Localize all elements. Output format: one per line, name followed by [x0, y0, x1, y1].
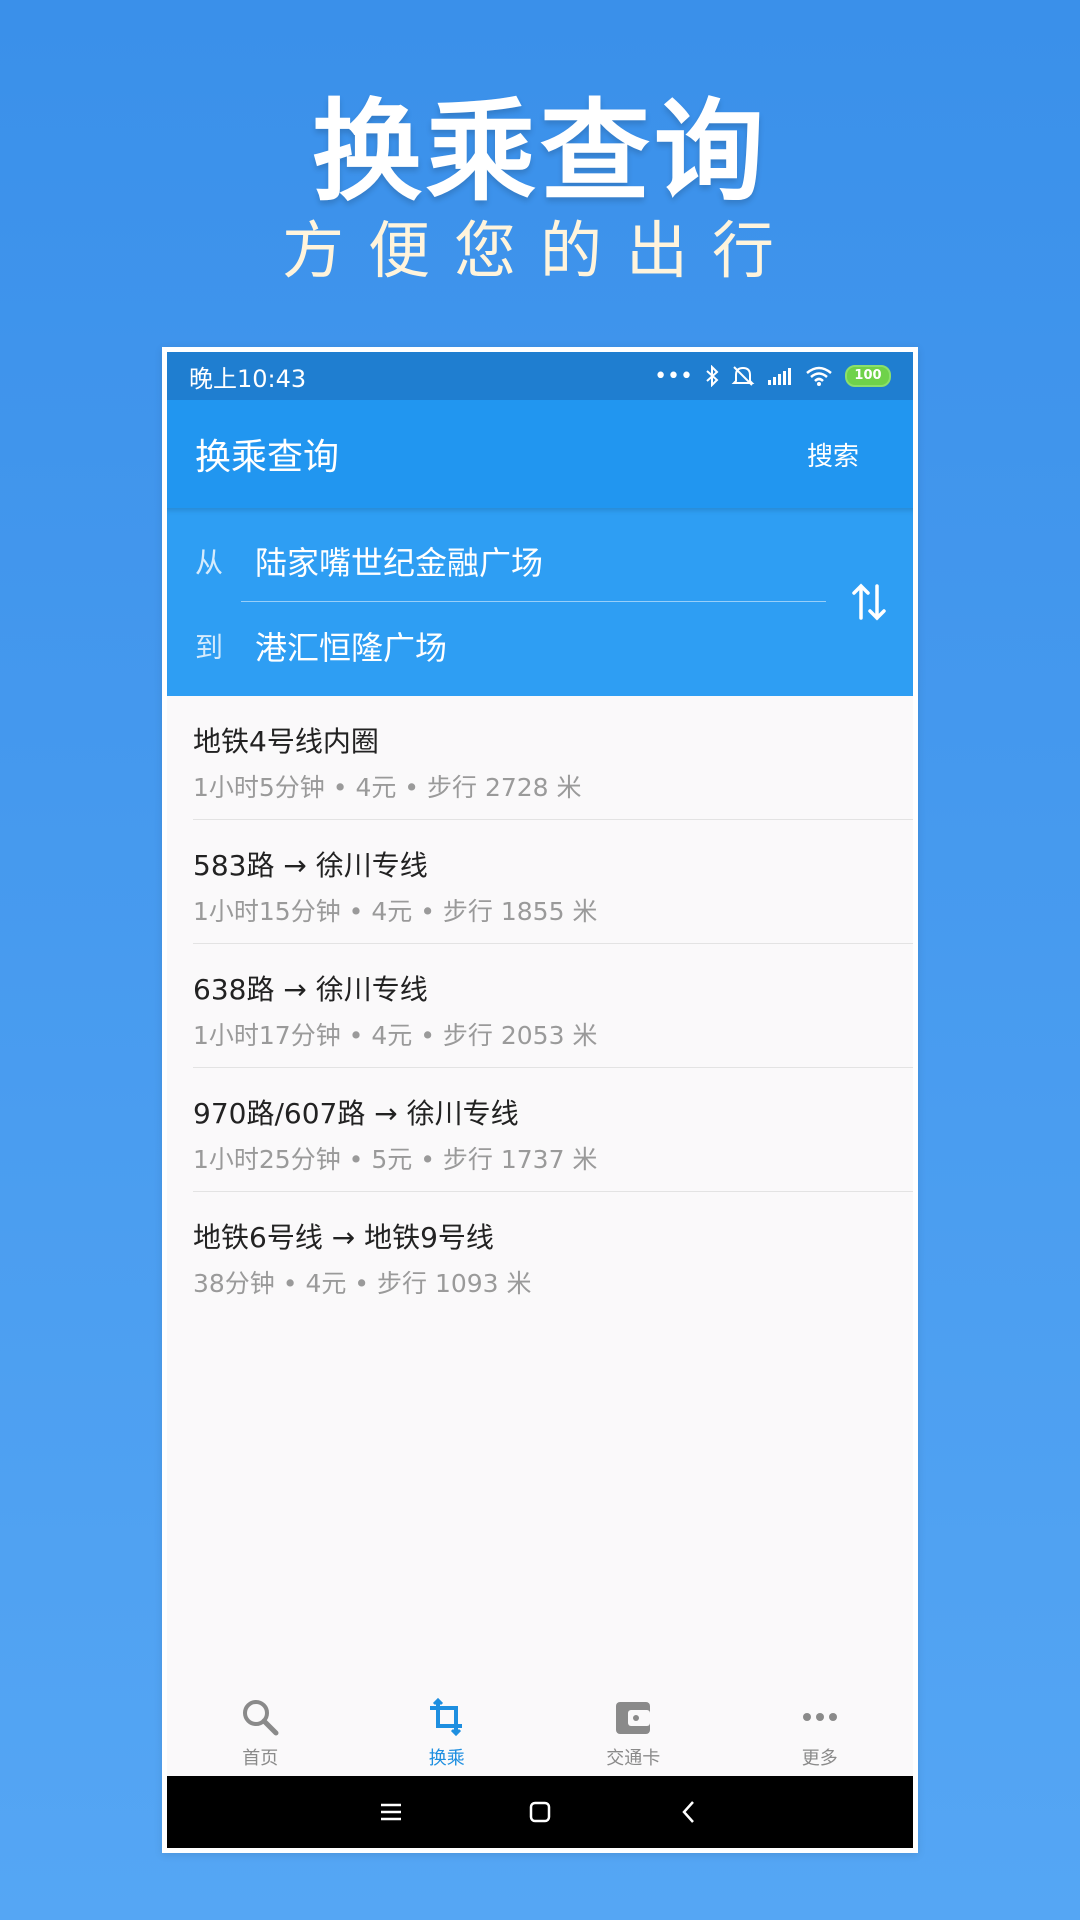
promo-title: 换乘查询 [312, 88, 768, 216]
list-item[interactable]: 地铁4号线内圈 1小时5分钟 • 4元 • 步行 2728 米 [167, 696, 913, 820]
route-meta: 1小时17分钟 • 4元 • 步行 2053 米 [193, 1021, 598, 1050]
app-bar: 换乘查询 搜索 [167, 400, 913, 508]
results-list: 地铁4号线内圈 1小时5分钟 • 4元 • 步行 2728 米 583路 → 徐… [167, 696, 913, 1316]
home-square-icon[interactable] [527, 1799, 553, 1825]
bluetooth-icon [706, 365, 719, 387]
search-button[interactable]: 搜索 [807, 436, 885, 473]
route-panel: 从 陆家嘴世纪金融广场 到 港汇恒隆广场 [167, 508, 913, 696]
route-name: 地铁4号线内圈 [193, 725, 379, 758]
nav-label-home: 首页 [242, 1748, 279, 1769]
nav-label-card: 交通卡 [606, 1748, 661, 1769]
to-label: 到 [195, 631, 224, 664]
more-dots-icon: ••• [654, 363, 693, 389]
route-divider [241, 601, 826, 602]
from-label: 从 [195, 546, 224, 579]
status-time: 晚上10:43 [189, 364, 307, 393]
battery-indicator: 100 [845, 365, 891, 387]
status-icons: ••• 100 [654, 364, 891, 389]
signal-icon [768, 368, 791, 385]
phone-frame: 晚上10:43 ••• 100 换乘查询 搜索 从 陆家嘴世纪金融广场 到 港汇 [162, 347, 918, 1853]
route-meta: 1小时5分钟 • 4元 • 步行 2728 米 [193, 773, 582, 802]
search-icon [243, 1700, 279, 1736]
route-name: 970路/607路 → 徐川专线 [193, 1097, 519, 1130]
list-item[interactable]: 638路 → 徐川专线 1小时17分钟 • 4元 • 步行 2053 米 [167, 944, 913, 1068]
nav-item-transfer[interactable]: 换乘 [354, 1684, 541, 1776]
transfer-icon [429, 1697, 462, 1737]
app-screen: 晚上10:43 ••• 100 换乘查询 搜索 从 陆家嘴世纪金融广场 到 港汇 [167, 352, 913, 1848]
nav-label-more: 更多 [801, 1748, 838, 1769]
swap-icon[interactable] [849, 578, 889, 626]
route-meta: 38分钟 • 4元 • 步行 1093 米 [193, 1269, 532, 1298]
wifi-icon [806, 366, 832, 386]
list-item[interactable]: 地铁6号线 → 地铁9号线 38分钟 • 4元 • 步行 1093 米 [167, 1192, 913, 1316]
nav-item-card[interactable]: 交通卡 [540, 1684, 727, 1776]
to-field[interactable]: 到 港汇恒隆广场 [195, 623, 447, 669]
list-item[interactable]: 970路/607路 → 徐川专线 1小时25分钟 • 5元 • 步行 1737 … [167, 1068, 913, 1192]
nav-item-home[interactable]: 首页 [167, 1684, 354, 1776]
more-icon [802, 1713, 837, 1721]
wallet-icon [616, 1702, 651, 1734]
route-name: 583路 → 徐川专线 [193, 849, 428, 882]
route-meta: 1小时25分钟 • 5元 • 步行 1737 米 [193, 1145, 598, 1174]
menu-icon[interactable] [378, 1799, 404, 1825]
system-nav-bar [167, 1776, 913, 1848]
status-bar: 晚上10:43 ••• 100 [167, 352, 913, 400]
route-meta: 1小时15分钟 • 4元 • 步行 1855 米 [193, 897, 598, 926]
from-field[interactable]: 从 陆家嘴世纪金融广场 [195, 538, 543, 584]
from-value[interactable]: 陆家嘴世纪金融广场 [255, 538, 543, 584]
back-icon[interactable] [676, 1799, 702, 1825]
promo-subtitle: 方便您的出行 [281, 214, 798, 287]
mute-bell-icon [731, 366, 755, 386]
to-value[interactable]: 港汇恒隆广场 [255, 623, 447, 669]
page-title: 换乘查询 [195, 437, 340, 478]
route-name: 地铁6号线 → 地铁9号线 [193, 1221, 494, 1254]
nav-item-more[interactable]: 更多 [727, 1684, 914, 1776]
list-item[interactable]: 583路 → 徐川专线 1小时15分钟 • 4元 • 步行 1855 米 [167, 820, 913, 944]
bottom-nav: 首页 换乘 交通卡 更多 [167, 1684, 913, 1776]
nav-label-transfer: 换乘 [428, 1748, 465, 1769]
route-name: 638路 → 徐川专线 [193, 973, 428, 1006]
